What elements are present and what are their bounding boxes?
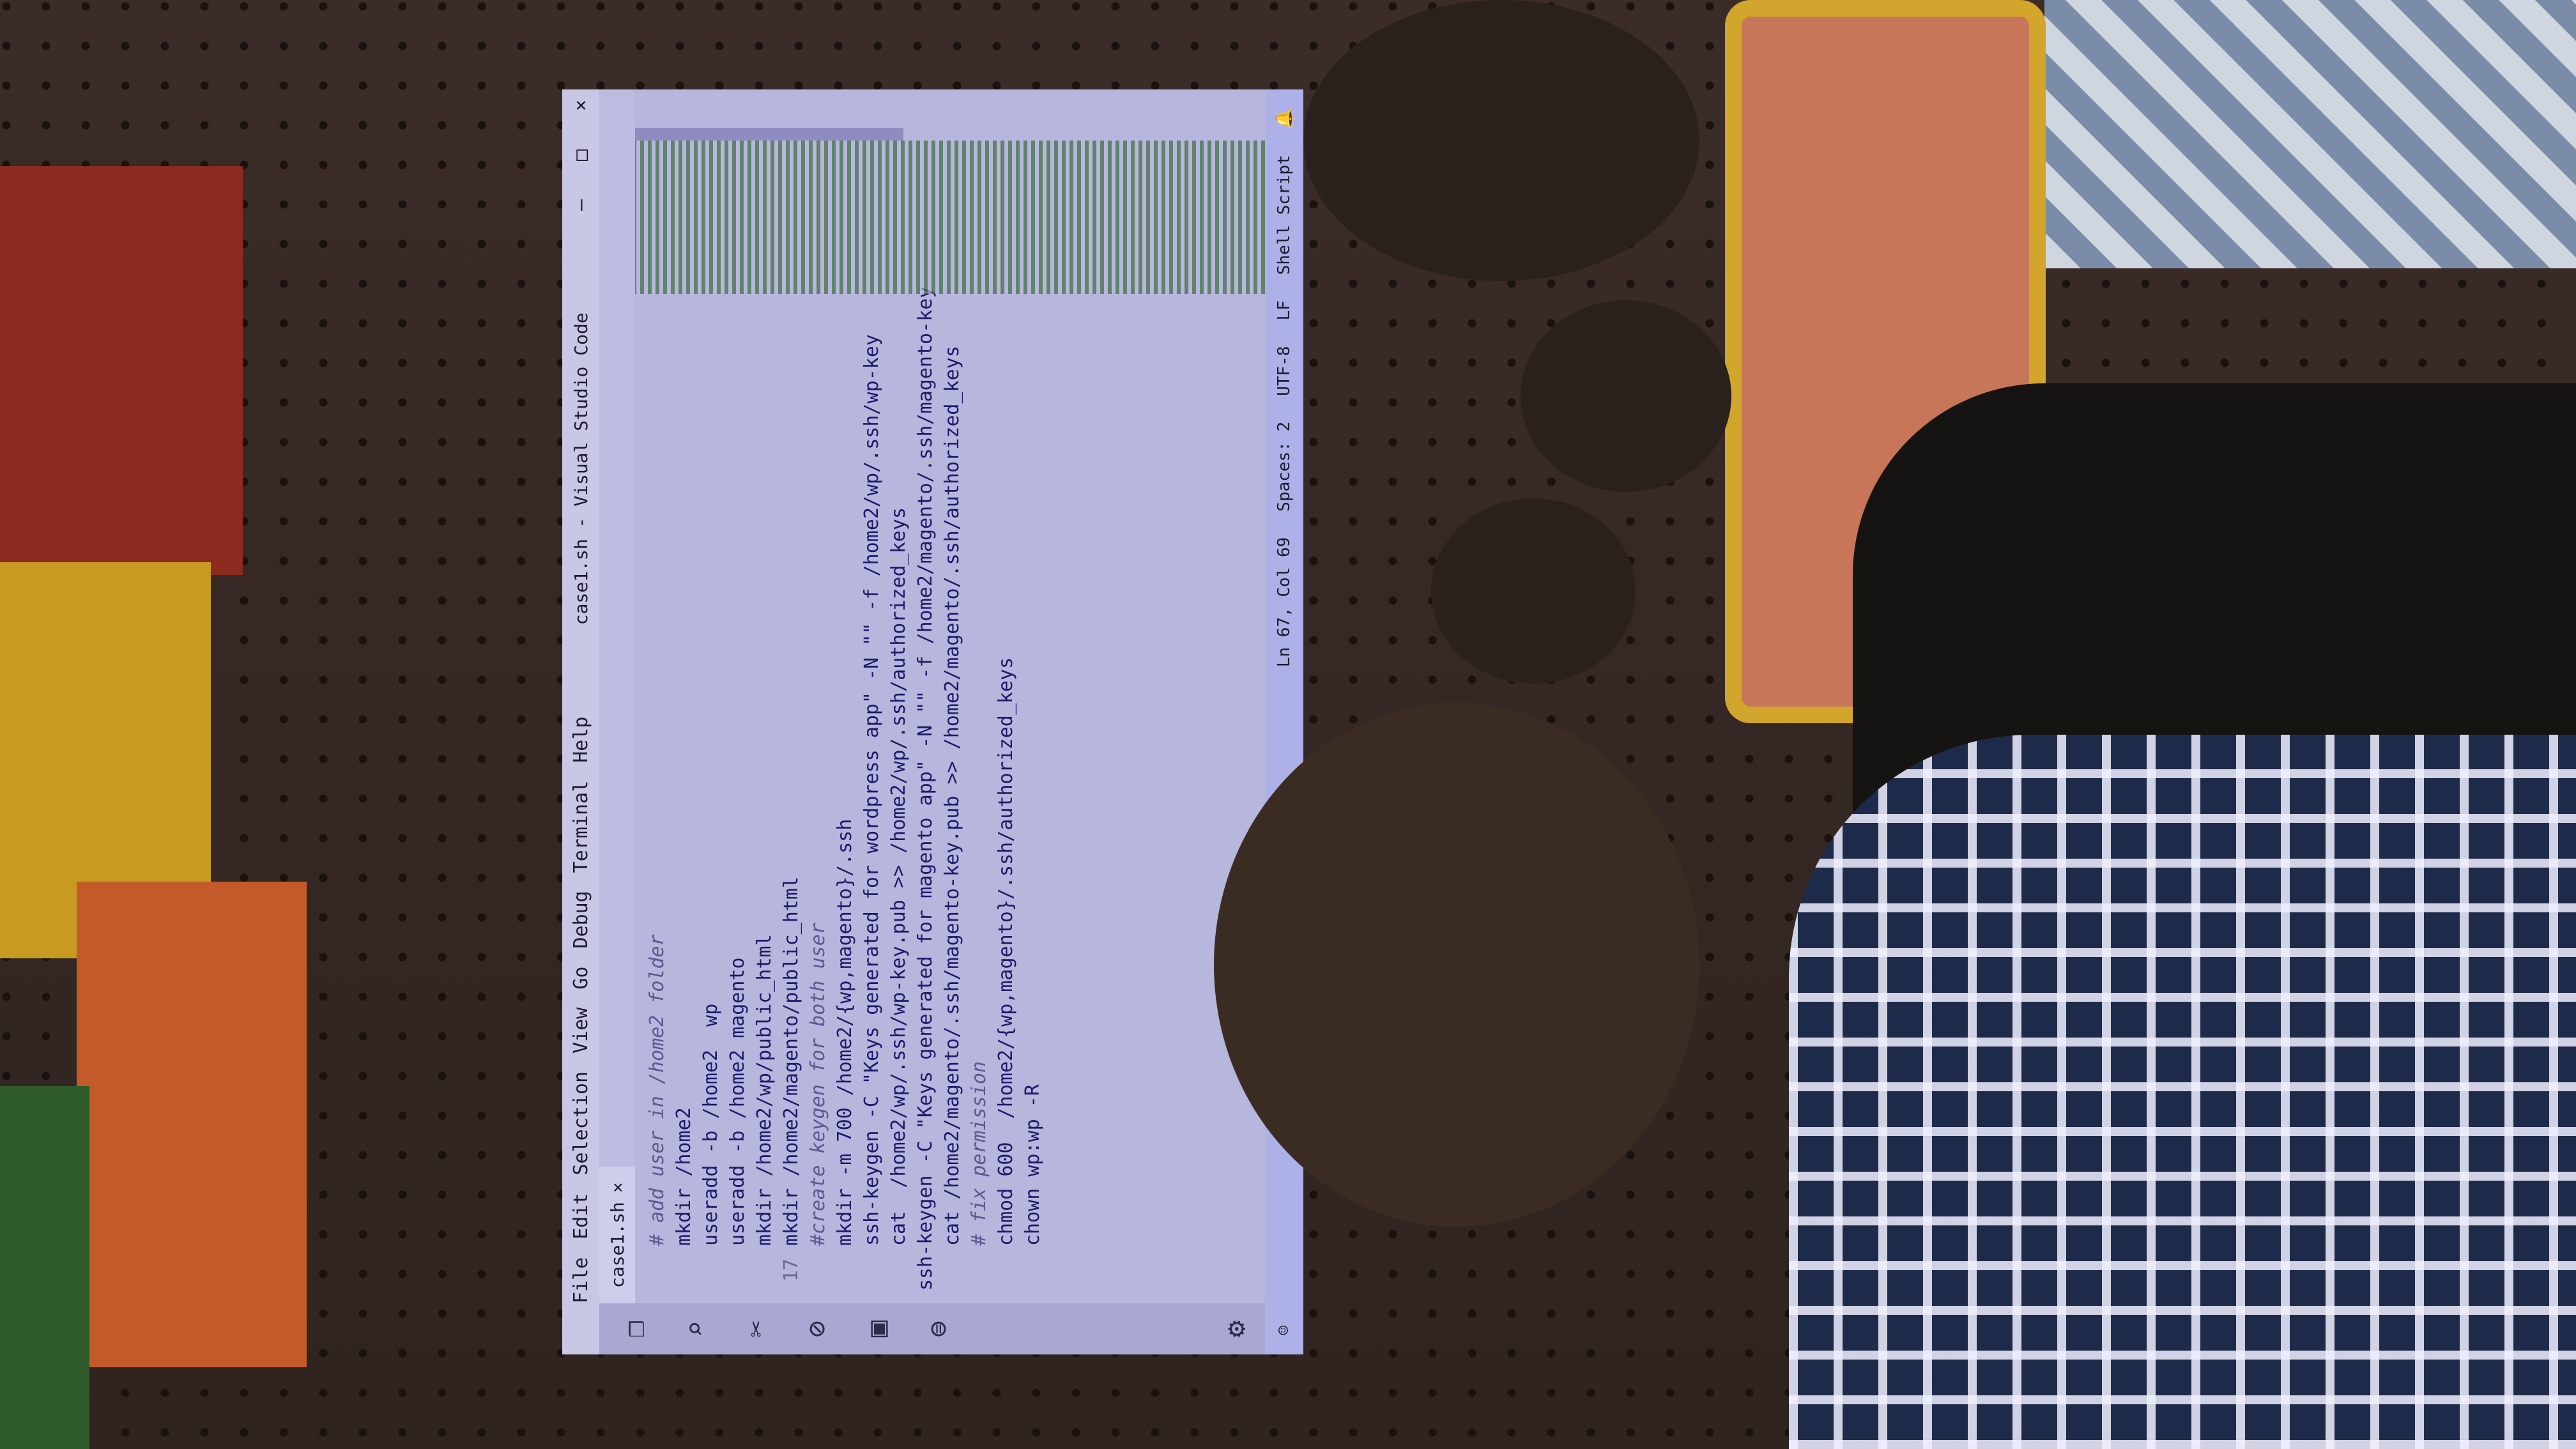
bell-icon[interactable]: 🔔 — [1275, 109, 1294, 129]
line-number — [966, 1246, 993, 1303]
code-line[interactable]: useradd -b /home2 wp — [698, 307, 724, 1303]
menu-view[interactable]: View — [570, 1008, 592, 1054]
code-text: cat /home2/magento/.ssh/magento-key.pub … — [941, 346, 963, 1246]
menu-selection[interactable]: Selection — [570, 1071, 592, 1176]
code-line[interactable]: 17 mkdir /home2/magento/public_html — [778, 307, 805, 1303]
line-number — [671, 1246, 698, 1303]
code-text: chmod 600 /home2/{wp,magento}/.ssh/autho… — [995, 657, 1017, 1246]
menu-terminal[interactable]: Terminal — [570, 781, 592, 873]
green-curtain — [0, 1086, 89, 1449]
activity-bar: ❐ ⌕ ✂ ⊘ ▣ ⊜ ⚙ — [599, 1303, 1265, 1354]
code-editor[interactable]: # add user in /home2 folder mkdir /home2 u… — [635, 287, 1265, 1303]
search-icon[interactable]: ⌕ — [679, 1321, 712, 1338]
tab-case1-sh[interactable]: case1.sh × — [599, 1167, 635, 1303]
code-text: useradd -b /home2 magento — [726, 957, 749, 1246]
line-number — [644, 1246, 671, 1303]
red-curtain — [0, 166, 243, 575]
tab-label: case1.sh — [606, 1202, 628, 1288]
minimap[interactable] — [635, 141, 1265, 294]
code-line[interactable]: ssh-keygen -C "Keys generated for wordpr… — [859, 307, 885, 1303]
orange-curtain — [77, 882, 307, 1367]
minimize-button[interactable]: — — [570, 189, 592, 221]
encoding[interactable]: UTF-8 — [1275, 346, 1294, 396]
code-text: useradd -b /home2 wp — [700, 1003, 722, 1246]
code-line[interactable]: ssh-keygen -C "Keys generated for magent… — [912, 287, 939, 1303]
code-text: mkdir /home2 — [673, 1107, 695, 1246]
files-icon[interactable]: ❐ — [618, 1321, 651, 1338]
code-line[interactable]: chmod 600 /home2/{wp,magento}/.ssh/autho… — [993, 307, 1020, 1303]
code-text: mkdir /home2/wp/public_html — [753, 934, 776, 1246]
code-text: cat /home2/wp/.ssh/wp-key.pub >> /home2/… — [887, 507, 910, 1246]
line-number — [751, 1246, 778, 1303]
code-text: mkdir -m 700 /home2/{wp,magento}/.ssh — [834, 818, 856, 1246]
vscode-window: File Edit Selection View Go Debug Termin… — [562, 89, 1303, 1354]
line-number — [885, 1246, 912, 1303]
monitor: File Edit Selection View Go Debug Termin… — [562, 89, 1303, 1354]
code-line[interactable]: # add user in /home2 folder — [644, 307, 671, 1303]
line-number — [993, 1246, 1020, 1303]
code-text: ssh-keygen -C "Keys generated for magent… — [914, 286, 937, 1291]
end-of-line[interactable]: LF — [1275, 300, 1294, 320]
maximize-button[interactable]: □ — [570, 139, 592, 171]
code-line[interactable]: cat /home2/wp/.ssh/wp-key.pub >> /home2/… — [885, 307, 912, 1303]
line-number — [1020, 1246, 1046, 1303]
close-button[interactable]: × — [570, 89, 592, 121]
code-line[interactable]: # fix permission — [966, 307, 993, 1303]
window-title: case1.sh - Visual Studio Code — [570, 312, 592, 625]
live-share-icon[interactable]: ⊜ — [922, 1321, 954, 1338]
status-bar: ☺ Ln 67, Col 69 Spaces: 2 UTF-8 LF Shell… — [1265, 89, 1303, 1354]
code-line[interactable]: cat /home2/magento/.ssh/magento-key.pub … — [939, 307, 966, 1303]
person-head — [1431, 498, 1636, 684]
code-line[interactable]: mkdir /home2 — [671, 307, 698, 1303]
line-number — [832, 1246, 859, 1303]
line-number — [805, 1246, 832, 1303]
code-text: #create keygen for both user — [807, 923, 829, 1246]
plaid-shirt — [1789, 735, 2576, 1449]
debug-icon[interactable]: ⊘ — [801, 1321, 833, 1338]
code-line[interactable]: mkdir /home2/wp/public_html — [751, 307, 778, 1303]
menu-edit[interactable]: Edit — [570, 1193, 592, 1239]
code-text: mkdir /home2/magento/public_html — [780, 877, 802, 1246]
code-text: ssh-keygen -C "Keys generated for wordpr… — [861, 334, 883, 1246]
code-text: # fix permission — [968, 1061, 990, 1246]
code-line[interactable]: useradd -b /home2 magento — [724, 307, 751, 1303]
code-line[interactable]: chown wp:wp -R — [1020, 307, 1046, 1303]
menu-help[interactable]: Help — [570, 717, 592, 763]
cursor-position[interactable]: Ln 67, Col 69 — [1275, 537, 1294, 668]
smiley-icon[interactable]: ☺ — [1275, 1325, 1294, 1335]
extensions-icon[interactable]: ▣ — [861, 1321, 894, 1338]
menu-debug[interactable]: Debug — [570, 891, 592, 948]
gear-icon[interactable]: ⚙ — [1220, 1321, 1252, 1338]
person-head — [1214, 703, 1699, 1227]
line-number — [724, 1246, 751, 1303]
title-bar: File Edit Selection View Go Debug Termin… — [562, 89, 599, 1354]
line-number — [859, 1246, 885, 1303]
line-number — [912, 1291, 939, 1303]
menu-file[interactable]: File — [570, 1257, 592, 1303]
menu-go[interactable]: Go — [570, 967, 592, 990]
tab-bar: case1.sh × — [599, 89, 635, 1303]
checkered-shirt-top — [2044, 0, 2576, 268]
source-control-icon[interactable]: ✂ — [740, 1321, 772, 1338]
line-number — [698, 1246, 724, 1303]
code-line[interactable]: mkdir -m 700 /home2/{wp,magento}/.ssh — [832, 307, 859, 1303]
language-mode[interactable]: Shell Script — [1275, 155, 1294, 275]
indentation[interactable]: Spaces: 2 — [1275, 422, 1294, 512]
code-text: # add user in /home2 folder — [646, 934, 668, 1246]
scrollbar[interactable] — [635, 128, 903, 141]
code-line[interactable]: #create keygen for both user — [805, 307, 832, 1303]
person-head — [1303, 0, 1699, 281]
person-head — [1521, 300, 1731, 492]
code-text: chown wp:wp -R — [1022, 1084, 1044, 1246]
line-number: 17 — [780, 1259, 802, 1282]
line-number — [939, 1246, 966, 1303]
tab-close-icon[interactable]: × — [607, 1182, 628, 1193]
